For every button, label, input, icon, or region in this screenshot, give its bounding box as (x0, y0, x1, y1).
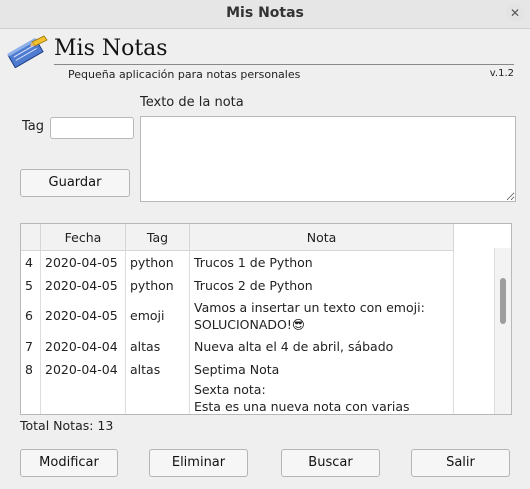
row-nota: Trucos 2 de Python (189, 273, 454, 297)
table-row[interactable]: 6 2020-04-05 emoji Vamos a insertar un t… (21, 296, 454, 335)
column-header-nota[interactable]: Nota (189, 224, 454, 251)
search-button-label: Buscar (308, 455, 353, 470)
notes-table[interactable]: Fecha Tag Nota 4 2020-04-05 python Truco… (20, 223, 512, 415)
row-fecha: 2020-04-05 (40, 250, 126, 274)
row-fecha: 2020-04-04 (40, 357, 126, 381)
title-bar: Mis Notas ✕ (0, 0, 530, 29)
row-nota: Trucos 1 de Python (189, 250, 454, 274)
window-title: Mis Notas (226, 5, 304, 21)
row-tag: emoji (125, 296, 190, 335)
row-id: 6 (21, 296, 41, 335)
search-button[interactable]: Buscar (281, 449, 380, 477)
row-tag: altas (125, 334, 190, 358)
row-tag: python (125, 250, 190, 274)
row-fecha: 2020-04-05 (40, 296, 126, 335)
note-text-label: Texto de la nota (140, 95, 244, 110)
version-label: v.1.2 (489, 68, 514, 79)
app-title: Mis Notas (54, 36, 168, 61)
tag-label: Tag (22, 119, 45, 134)
row-id (21, 380, 41, 414)
note-textarea[interactable] (140, 116, 516, 202)
app-subtitle: Pequeña aplicación para notas personales (68, 68, 301, 81)
exit-button-label: Salir (446, 455, 475, 470)
tag-input[interactable] (50, 117, 134, 139)
row-tag: python (125, 273, 190, 297)
row-fecha: 2020-04-05 (40, 273, 126, 297)
table-row[interactable]: 4 2020-04-05 python Trucos 1 de Python (21, 250, 454, 274)
row-nota: Sexta nota: Esta es una nueva nota con v… (189, 380, 454, 414)
total-notes-label: Total Notas: 13 (20, 418, 114, 433)
close-icon[interactable]: ✕ (506, 4, 524, 22)
row-fecha: 2020-04-04 (40, 334, 126, 358)
row-nota: Vamos a insertar un texto con emoji: SOL… (189, 296, 454, 335)
table-row[interactable]: 7 2020-04-04 altas Nueva alta el 4 de ab… (21, 334, 454, 358)
modify-button-label: Modificar (39, 455, 99, 470)
row-id: 8 (21, 357, 41, 381)
save-button-label: Guardar (48, 175, 102, 190)
column-header-fecha[interactable]: Fecha (40, 224, 126, 251)
column-header-tag[interactable]: Tag (125, 224, 190, 251)
row-id: 5 (21, 273, 41, 297)
table-row[interactable]: Sexta nota: Esta es una nueva nota con v… (21, 380, 454, 414)
header-divider (54, 64, 514, 65)
row-tag (125, 380, 190, 414)
table-row[interactable]: 8 2020-04-04 altas Septima Nota (21, 357, 454, 381)
row-fecha (40, 380, 126, 414)
save-button[interactable]: Guardar (20, 169, 130, 197)
row-id: 7 (21, 334, 41, 358)
delete-button[interactable]: Eliminar (149, 449, 248, 477)
notebook-pencil-icon (7, 35, 48, 68)
row-nota: Nueva alta el 4 de abril, sábado (189, 334, 454, 358)
modify-button[interactable]: Modificar (20, 449, 118, 477)
row-id: 4 (21, 250, 41, 274)
table-header-row: Fecha Tag Nota (21, 224, 454, 251)
notes-table-grid: Fecha Tag Nota 4 2020-04-05 python Truco… (21, 224, 454, 414)
table-row[interactable]: 5 2020-04-05 python Trucos 2 de Python (21, 273, 454, 297)
row-tag: altas (125, 357, 190, 381)
scrollbar-thumb[interactable] (500, 278, 506, 324)
exit-button[interactable]: Salir (411, 449, 510, 477)
column-header-index[interactable] (21, 224, 41, 251)
delete-button-label: Eliminar (171, 455, 226, 470)
table-scrollbar[interactable] (494, 248, 511, 414)
row-nota: Septima Nota (189, 357, 454, 381)
